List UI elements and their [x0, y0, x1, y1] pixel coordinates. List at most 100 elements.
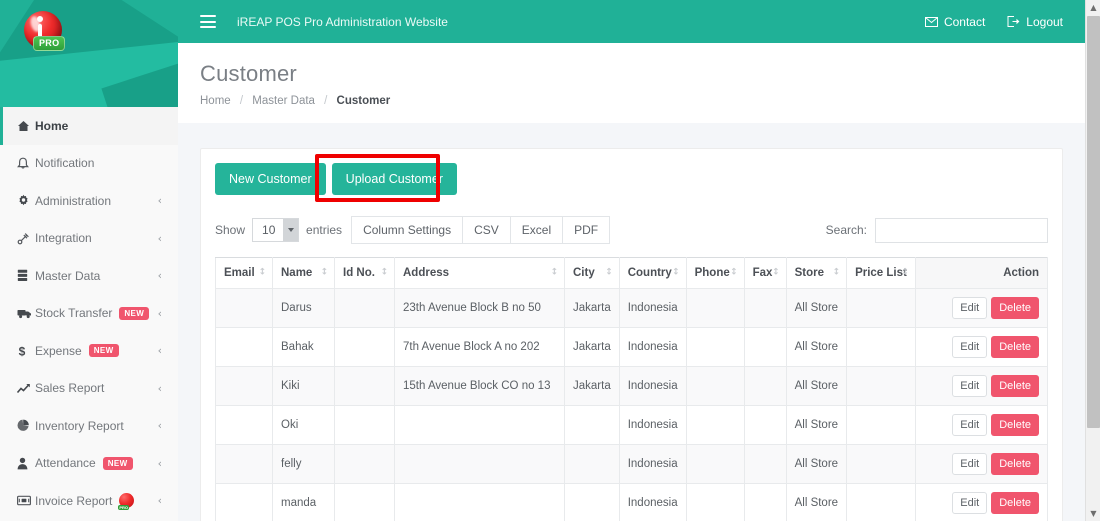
- sort-toggle-icon[interactable]: ↕: [730, 268, 737, 278]
- logout-link[interactable]: Logout: [1007, 15, 1063, 29]
- sort-toggle-icon[interactable]: ↕: [772, 268, 779, 278]
- delete-button[interactable]: Delete: [991, 375, 1039, 397]
- column-header-fax[interactable]: Fax ↕: [743, 257, 787, 289]
- sort-toggle-icon[interactable]: ↕: [550, 268, 557, 278]
- cell-name: felly: [272, 444, 335, 484]
- sidebar-item-label: Integration: [35, 231, 92, 246]
- edit-button[interactable]: Edit: [952, 414, 988, 436]
- logo-pro-badge: PRO: [33, 36, 66, 51]
- cell-action: Edit Delete: [914, 366, 1049, 406]
- cell-name: Oki: [272, 405, 335, 445]
- cell-id-no: [334, 444, 395, 484]
- delete-button[interactable]: Delete: [991, 492, 1039, 514]
- scrollbar-thumb[interactable]: [1087, 16, 1100, 428]
- cell-city: [564, 483, 620, 521]
- sort-toggle-icon[interactable]: ↕: [901, 268, 908, 278]
- page-scrollbar[interactable]: ▲ ▼: [1085, 0, 1100, 521]
- breadcrumb-current: Customer: [336, 95, 391, 107]
- column-header-country[interactable]: Country ↕: [618, 257, 687, 289]
- cell-country: Indonesia: [618, 444, 687, 484]
- breadcrumb-master-data[interactable]: Master Data: [252, 95, 315, 107]
- column-header-city[interactable]: City ↕: [564, 257, 620, 289]
- sidebar-item-expense[interactable]: $ Expense NEW ‹: [0, 332, 178, 370]
- edit-button[interactable]: Edit: [952, 297, 988, 319]
- cell-id-no: [334, 366, 395, 406]
- sort-toggle-icon[interactable]: ↕: [672, 268, 679, 278]
- cell-email: [215, 327, 273, 367]
- contact-link[interactable]: Contact: [924, 14, 986, 29]
- sidebar-item-master-data[interactable]: Master Data ‹: [0, 257, 178, 295]
- breadcrumb-separator-1: /: [239, 95, 244, 107]
- customer-card: New Customer Upload Customer Show 10 ent…: [200, 148, 1063, 521]
- chevron-left-icon: ‹: [157, 381, 162, 395]
- delete-button[interactable]: Delete: [991, 453, 1039, 475]
- sidebar-item-inventory-report[interactable]: Inventory Report ‹: [0, 407, 178, 445]
- new-badge: NEW: [102, 456, 133, 470]
- cell-action: Edit Delete: [914, 444, 1049, 484]
- sidebar-item-notification[interactable]: Notification: [0, 145, 178, 183]
- page-length-select[interactable]: 10: [252, 218, 300, 242]
- line-chart-icon: [17, 383, 35, 394]
- breadcrumb-home[interactable]: Home: [200, 95, 231, 107]
- edit-button[interactable]: Edit: [952, 492, 988, 514]
- cell-phone: [685, 327, 745, 367]
- scroll-up-arrow-icon[interactable]: ▲: [1086, 0, 1100, 15]
- column-header-address[interactable]: Address ↕: [394, 257, 565, 289]
- edit-button[interactable]: Edit: [952, 375, 988, 397]
- column-header-email[interactable]: Email ↕: [215, 257, 273, 289]
- sidebar-item-administration[interactable]: Administration ‹: [0, 182, 178, 220]
- sidebar-item-invoice-report[interactable]: Invoice Report ‹: [0, 482, 178, 520]
- cell-fax: [743, 288, 787, 328]
- cell-action: Edit Delete: [914, 405, 1049, 445]
- cell-fax: [743, 444, 787, 484]
- cell-country: Indonesia: [618, 366, 687, 406]
- cell-store: All Store: [785, 327, 848, 367]
- sort-toggle-icon[interactable]: ↕: [605, 268, 612, 278]
- column-header-name[interactable]: Name ↕: [272, 257, 335, 289]
- column-header-label: Store: [794, 267, 824, 279]
- edit-button[interactable]: Edit: [952, 336, 988, 358]
- sidebar-item-label: Attendance: [35, 456, 96, 471]
- cell-city: [564, 444, 620, 484]
- column-header-store[interactable]: Store ↕: [785, 257, 848, 289]
- cell-city: Jakarta: [564, 366, 620, 406]
- contact-label: Contact: [943, 14, 986, 29]
- sort-toggle-icon[interactable]: ↕: [258, 268, 265, 278]
- sort-toggle-icon[interactable]: ↕: [833, 268, 840, 278]
- new-customer-button[interactable]: New Customer: [215, 163, 326, 195]
- sidebar-item-sales-report[interactable]: Sales Report ‹: [0, 370, 178, 408]
- column-header-label: Price List: [855, 267, 907, 279]
- sort-toggle-icon[interactable]: ↕: [320, 268, 327, 278]
- search-label: Search:: [825, 223, 867, 237]
- csv-export-button[interactable]: CSV: [462, 216, 511, 244]
- column-header-phone[interactable]: Phone ↕: [685, 257, 745, 289]
- edit-button[interactable]: Edit: [952, 453, 988, 475]
- sidebar: PRO Home Notification Administration ‹ Integ…: [0, 0, 178, 521]
- cell-name: Darus: [272, 288, 335, 328]
- ireap-pro-mini-logo-icon: [118, 493, 135, 511]
- invoice-icon: [17, 495, 35, 506]
- dollar-icon: $: [17, 344, 35, 358]
- scroll-down-arrow-icon[interactable]: ▼: [1086, 506, 1100, 521]
- delete-button[interactable]: Delete: [991, 336, 1039, 358]
- delete-button[interactable]: Delete: [991, 297, 1039, 319]
- column-header-id-no-[interactable]: Id No. ↕: [334, 257, 395, 289]
- sidebar-item-home[interactable]: Home: [0, 107, 178, 145]
- sort-toggle-icon[interactable]: ↕: [380, 268, 387, 278]
- sidebar-item-attendance[interactable]: Attendance NEW ‹: [0, 445, 178, 483]
- excel-export-button[interactable]: Excel: [509, 216, 564, 244]
- upload-customer-button[interactable]: Upload Customer: [331, 163, 457, 195]
- column-header-price-list[interactable]: Price List ↕: [846, 257, 916, 289]
- search-input[interactable]: [875, 217, 1048, 243]
- cell-price-list: [846, 327, 916, 367]
- pdf-export-button[interactable]: PDF: [562, 216, 611, 244]
- column-header-label: Phone: [694, 267, 730, 279]
- delete-button[interactable]: Delete: [991, 414, 1039, 436]
- sidebar-item-integration[interactable]: Integration ‹: [0, 220, 178, 258]
- column-settings-button[interactable]: Column Settings: [351, 216, 464, 244]
- truck-icon: [17, 308, 35, 319]
- sidebar-nav: Home Notification Administration ‹ Integrati…: [0, 107, 178, 520]
- cell-city: Jakarta: [564, 288, 620, 328]
- sidebar-item-stock-transfer[interactable]: Stock Transfer NEW ‹: [0, 295, 178, 333]
- hamburger-icon[interactable]: [200, 15, 216, 28]
